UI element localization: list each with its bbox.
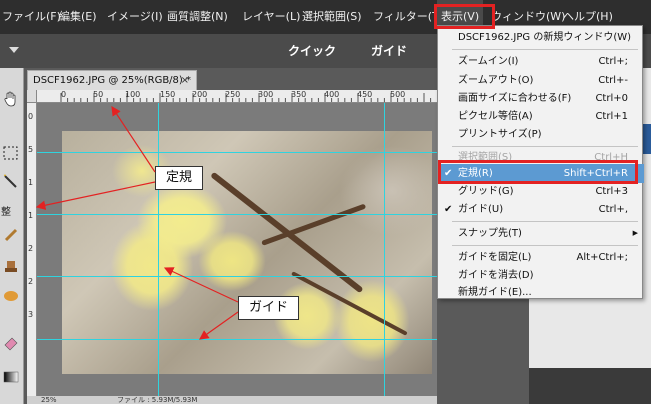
ruler-callout: 定規 [155, 166, 204, 190]
document-tab-title: DSCF1962.JPG @ 25%(RGB/8) * [33, 75, 191, 86]
ruler-tick-label: 300 [258, 90, 274, 99]
ruler-tick-label: 500 [390, 90, 406, 99]
file-info: ファイル : 5.93M/5.93M [117, 396, 198, 404]
toolbar-section-label: 整 [1, 207, 11, 218]
ruler-tick-label: 1 [28, 211, 34, 220]
highlight-box-view-menu [434, 4, 495, 29]
guide-vertical[interactable] [384, 103, 385, 404]
menu-item-actual-pixels[interactable]: ピクセル等倍(A) Ctrl+1 [438, 107, 644, 126]
menu-separator [452, 245, 638, 246]
ruler-tick-label: 0 [61, 90, 67, 99]
document-tab[interactable]: DSCF1962.JPG @ 25%(RGB/8) * × [27, 70, 197, 90]
menu-item-lock-guides[interactable]: ガイドを固定(L) Alt+Ctrl+; [438, 248, 644, 267]
menu-item-snap-to[interactable]: スナップ先(T) ▶ [438, 224, 644, 243]
photo-canvas[interactable] [62, 131, 432, 374]
menu-item-grid[interactable]: グリッド(G) Ctrl+3 [438, 182, 644, 201]
menu-separator [452, 49, 638, 50]
stamp-icon[interactable] [2, 258, 20, 276]
panel-footer [529, 368, 651, 404]
menu-item-zoom-out[interactable]: ズームアウト(O) Ctrl+- [438, 71, 644, 90]
brush-icon[interactable] [2, 226, 20, 244]
guide-horizontal[interactable] [37, 214, 437, 215]
guide-horizontal[interactable] [37, 339, 437, 340]
menu-enhance[interactable]: 画質調整(N) [167, 0, 228, 34]
submenu-arrow-icon: ▶ [632, 229, 638, 237]
menu-file[interactable]: ファイル(F) [2, 0, 61, 34]
menu-item-new-guide[interactable]: 新規ガイド(E)... [438, 283, 644, 302]
menu-item-print-size[interactable]: プリントサイズ(P) [438, 125, 644, 144]
ruler-tick-label: 1 [28, 178, 34, 187]
guide-vertical[interactable] [158, 103, 159, 404]
highlight-box-rulers [438, 160, 638, 184]
ruler-tick-label: 100 [125, 90, 141, 99]
chevron-down-icon[interactable] [9, 47, 19, 53]
ruler-tick-label: 450 [357, 90, 373, 99]
sponge-icon[interactable] [2, 286, 20, 304]
guide-horizontal[interactable] [37, 276, 437, 277]
tab-quick[interactable]: クイック [288, 34, 336, 68]
ruler-tick-label: 350 [291, 90, 307, 99]
ruler-tick-label: 400 [324, 90, 340, 99]
magic-wand-icon[interactable] [2, 173, 20, 191]
close-icon[interactable]: × [181, 71, 189, 90]
tools-panel: 整 [0, 68, 24, 404]
ruler-tick-label: 0 [28, 112, 34, 121]
eraser-icon[interactable] [2, 334, 20, 352]
gradient-icon[interactable] [2, 368, 20, 386]
vertical-ruler: 0 5 1 1 2 2 3 [27, 90, 37, 404]
ruler-tick-label: 250 [225, 90, 241, 99]
menu-separator [452, 146, 638, 147]
ruler-tick-label: 200 [192, 90, 208, 99]
tab-guided[interactable]: ガイド [371, 34, 407, 68]
menu-separator [452, 221, 638, 222]
ruler-origin[interactable] [27, 90, 37, 103]
menu-item-zoom-in[interactable]: ズームイン(I) Ctrl+; [438, 52, 644, 71]
check-icon: ✔ [444, 204, 453, 215]
menu-filter[interactable]: フィルター(T) [373, 0, 443, 34]
zoom-readout: 25% [41, 396, 57, 404]
guide-callout: ガイド [238, 296, 300, 320]
menu-item-guides[interactable]: ✔ ガイド(U) Ctrl+, [438, 200, 644, 219]
status-bar: 25% ファイル : 5.93M/5.93M [27, 396, 437, 404]
menu-item-fit-screen[interactable]: 画面サイズに合わせる(F) Ctrl+0 [438, 89, 644, 108]
menu-image[interactable]: イメージ(I) [107, 0, 163, 34]
ruler-tick-label: 2 [28, 244, 34, 253]
ruler-tick-label: 150 [160, 90, 176, 99]
ruler-tick-label: 50 [93, 90, 104, 99]
menu-select[interactable]: 選択範囲(S) [302, 0, 362, 34]
hand-icon[interactable] [2, 90, 20, 108]
menu-edit[interactable]: 編集(E) [59, 0, 97, 34]
menu-item-new-window[interactable]: DSCF1962.JPG の新規ウィンドウ(W) [438, 28, 644, 47]
ruler-tick-label: 2 [28, 277, 34, 286]
ruler-tick-label: 3 [28, 310, 34, 319]
marquee-icon[interactable] [2, 144, 20, 162]
guide-horizontal[interactable] [37, 152, 437, 153]
horizontal-ruler: 0 50 100 150 200 250 300 350 400 450 500 [37, 90, 437, 103]
menu-layer[interactable]: レイヤー(L) [242, 0, 300, 34]
ruler-tick-label: 5 [28, 145, 34, 154]
